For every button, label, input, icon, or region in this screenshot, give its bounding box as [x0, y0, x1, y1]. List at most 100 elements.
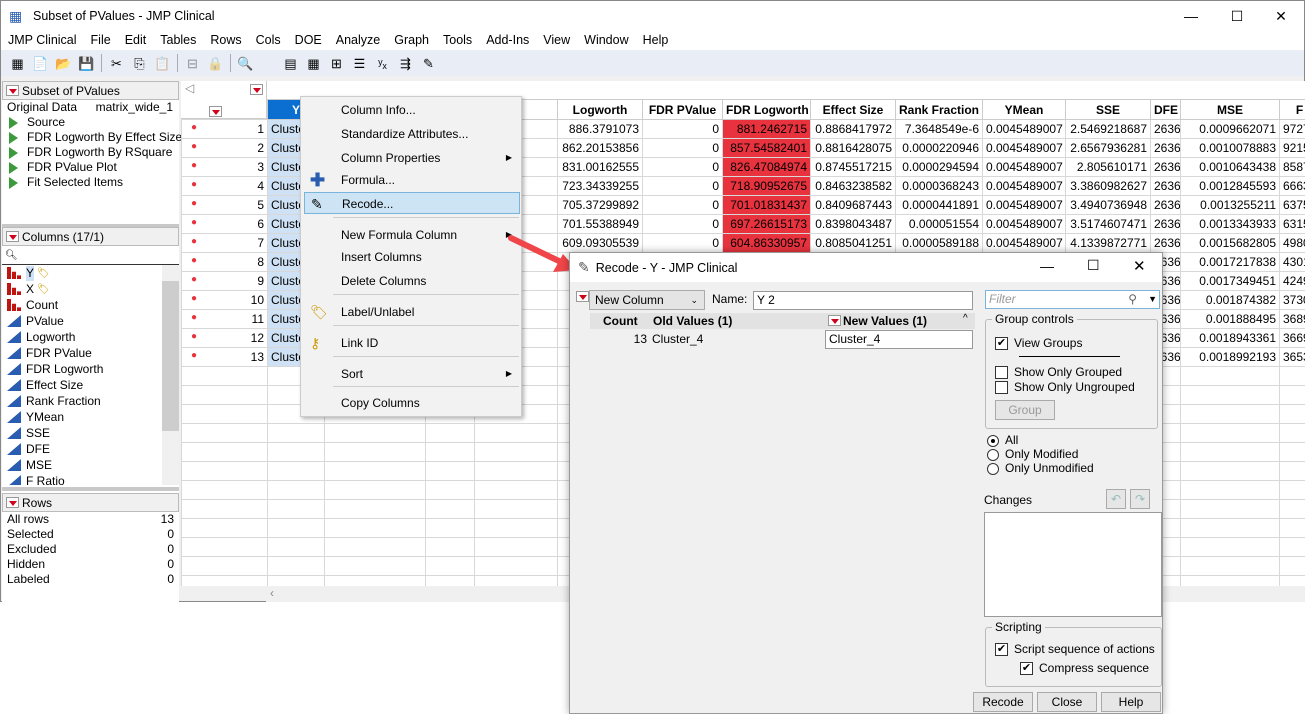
table-script-item[interactable]: FDR Logworth By Effect Size	[2, 130, 182, 145]
menu-item-label-unlabel[interactable]: 🏷 Label/Unlabel	[304, 301, 520, 323]
edit-script-icon[interactable]: ✎	[420, 55, 437, 72]
red-triangle-menu-icon[interactable]	[6, 497, 19, 508]
menu-tools[interactable]: Tools	[436, 31, 479, 50]
table-script-item[interactable]: FDR PValue Plot	[2, 160, 179, 175]
column-header[interactable]: Effect Size	[810, 99, 896, 120]
radio-button[interactable]	[987, 434, 999, 447]
new-value-input[interactable]: Cluster_4	[825, 330, 973, 349]
panel-splitter[interactable]	[2, 487, 179, 491]
search-icon[interactable]: 🔍	[237, 55, 254, 72]
column-item[interactable]: SSE	[2, 425, 179, 441]
collapse-left-icon[interactable]: ◁	[185, 81, 194, 95]
columns-red-triangle-icon[interactable]	[250, 84, 263, 95]
view-groups-checkbox[interactable]: ✔ View Groups	[995, 336, 1082, 351]
row-number[interactable]: ● 4	[181, 176, 268, 196]
column-header[interactable]: SSE	[1065, 99, 1151, 120]
column-search-input[interactable]: 🔍︎	[2, 246, 179, 265]
copy-icon[interactable]: ⎘	[131, 55, 148, 72]
column-item[interactable]: Rank Fraction	[2, 393, 179, 409]
minimize-button[interactable]: —	[1040, 258, 1054, 274]
column-header[interactable]: Logworth	[557, 99, 643, 120]
old-values-header[interactable]: Old Values (1)	[653, 314, 732, 328]
radio-all[interactable]: All	[987, 433, 1094, 447]
radio-only-modified[interactable]: Only Modified	[987, 447, 1094, 461]
row-number[interactable]: ● 10	[181, 290, 268, 310]
column-item[interactable]: X 🏷	[2, 281, 179, 297]
table-script-item[interactable]: FDR Logworth By RSquare	[2, 145, 179, 160]
menu-item-sort[interactable]: Sort ▶	[304, 363, 520, 385]
column-header[interactable]: FDR Logworth	[722, 99, 811, 120]
mode-dropdown[interactable]: New Column ⌄	[589, 290, 705, 310]
close-button[interactable]: ✕	[1258, 1, 1304, 31]
minimize-button[interactable]: —	[1168, 1, 1214, 31]
maximize-button[interactable]: ☐	[1087, 257, 1100, 274]
close-button[interactable]: ✕	[1133, 257, 1146, 275]
menu-item-copy-columns[interactable]: Copy Columns	[304, 392, 520, 414]
tiles-icon[interactable]: ⊞	[328, 55, 345, 72]
menu-add-ins[interactable]: Add-Ins	[479, 31, 536, 50]
menu-rows[interactable]: Rows	[203, 31, 248, 50]
menu-help[interactable]: Help	[636, 31, 676, 50]
column-item[interactable]: YMean	[2, 409, 179, 425]
open-icon[interactable]: 📂	[55, 55, 72, 72]
menu-item-recode[interactable]: ✎ Recode...	[304, 192, 520, 214]
rows-panel-header[interactable]: Rows	[2, 493, 179, 512]
menu-item-column-info[interactable]: Column Info...	[304, 99, 520, 121]
compress-sequence-checkbox[interactable]: ✔ Compress sequence	[1020, 661, 1149, 676]
column-item[interactable]: DFE	[2, 441, 179, 457]
redo-button[interactable]: ↷	[1130, 489, 1150, 509]
menu-item-link-id[interactable]: ⚷ Link ID	[304, 332, 520, 354]
column-item[interactable]: F Ratio	[2, 473, 179, 485]
menu-analyze[interactable]: Analyze	[329, 31, 387, 50]
row-number[interactable]: ● 2	[181, 138, 268, 158]
radio-only-unmodified[interactable]: Only Unmodified	[987, 461, 1094, 475]
menu-item-insert-columns[interactable]: Insert Columns	[304, 246, 520, 268]
data-view-icon[interactable]: ▤	[282, 55, 299, 72]
new-values-menu-icon[interactable]	[828, 315, 841, 326]
column-item[interactable]: PValue	[2, 313, 179, 329]
row-number[interactable]: ● 7	[181, 233, 268, 253]
menu-edit[interactable]: Edit	[118, 31, 154, 50]
row-number[interactable]: ● 8	[181, 252, 268, 272]
row-number[interactable]: ● 9	[181, 271, 268, 291]
run-script-icon[interactable]	[9, 116, 18, 129]
menu-item-standardize-attributes[interactable]: Standardize Attributes...	[304, 123, 520, 145]
menu-item-delete-columns[interactable]: Delete Columns	[304, 270, 520, 292]
columns-scrollbar[interactable]	[162, 265, 179, 485]
name-input[interactable]: Y 2	[753, 291, 973, 310]
filter-input[interactable]: Filter ⚲ ▼	[985, 290, 1160, 309]
maximize-button[interactable]: ☐	[1214, 1, 1260, 31]
column-item[interactable]: Y 🏷	[2, 265, 179, 281]
column-header[interactable]: F	[1279, 99, 1305, 120]
run-script-icon[interactable]	[9, 146, 18, 159]
bar-chart-icon[interactable]: ☰	[351, 55, 368, 72]
paste-icon[interactable]: 📋	[154, 55, 171, 72]
menu-file[interactable]: File	[84, 31, 118, 50]
save-icon[interactable]: 💾	[78, 55, 95, 72]
column-header[interactable]: DFE	[1150, 99, 1181, 120]
red-triangle-menu-icon[interactable]	[6, 85, 19, 96]
script-sequence-checkbox[interactable]: ✔ Script sequence of actions	[995, 642, 1155, 657]
menu-item-column-properties[interactable]: Column Properties ▶	[304, 147, 520, 169]
menu-tables[interactable]: Tables	[153, 31, 203, 50]
group-button[interactable]: Group	[995, 400, 1055, 420]
row-number[interactable]: ● 5	[181, 195, 268, 215]
run-script-icon[interactable]	[9, 131, 18, 144]
column-item[interactable]: Logworth	[2, 329, 179, 345]
column-header[interactable]: YMean	[982, 99, 1066, 120]
row-number[interactable]: ● 12	[181, 328, 268, 348]
red-triangle-menu-icon[interactable]	[576, 291, 589, 302]
menu-cols[interactable]: Cols	[249, 31, 288, 50]
changes-list[interactable]	[984, 512, 1162, 617]
fit-y-by-x-icon[interactable]: ʸₓ	[374, 55, 391, 72]
column-item[interactable]: MSE	[2, 457, 179, 473]
lock-icon[interactable]: 🔒	[207, 55, 224, 72]
menu-item-new-formula-column[interactable]: New Formula Column ▶	[304, 224, 520, 246]
run-script-icon[interactable]	[9, 161, 18, 174]
show-only-ungrouped-checkbox[interactable]: Show Only Ungrouped	[995, 380, 1135, 395]
close-dialog-button[interactable]: Close	[1037, 692, 1097, 712]
menu-jmp-clinical[interactable]: JMP Clinical	[1, 31, 84, 50]
columns-panel-header[interactable]: Columns (17/1)	[2, 227, 179, 246]
table-icon[interactable]: ▦	[305, 55, 322, 72]
table-panel-header[interactable]: Subset of PValues	[2, 81, 179, 100]
